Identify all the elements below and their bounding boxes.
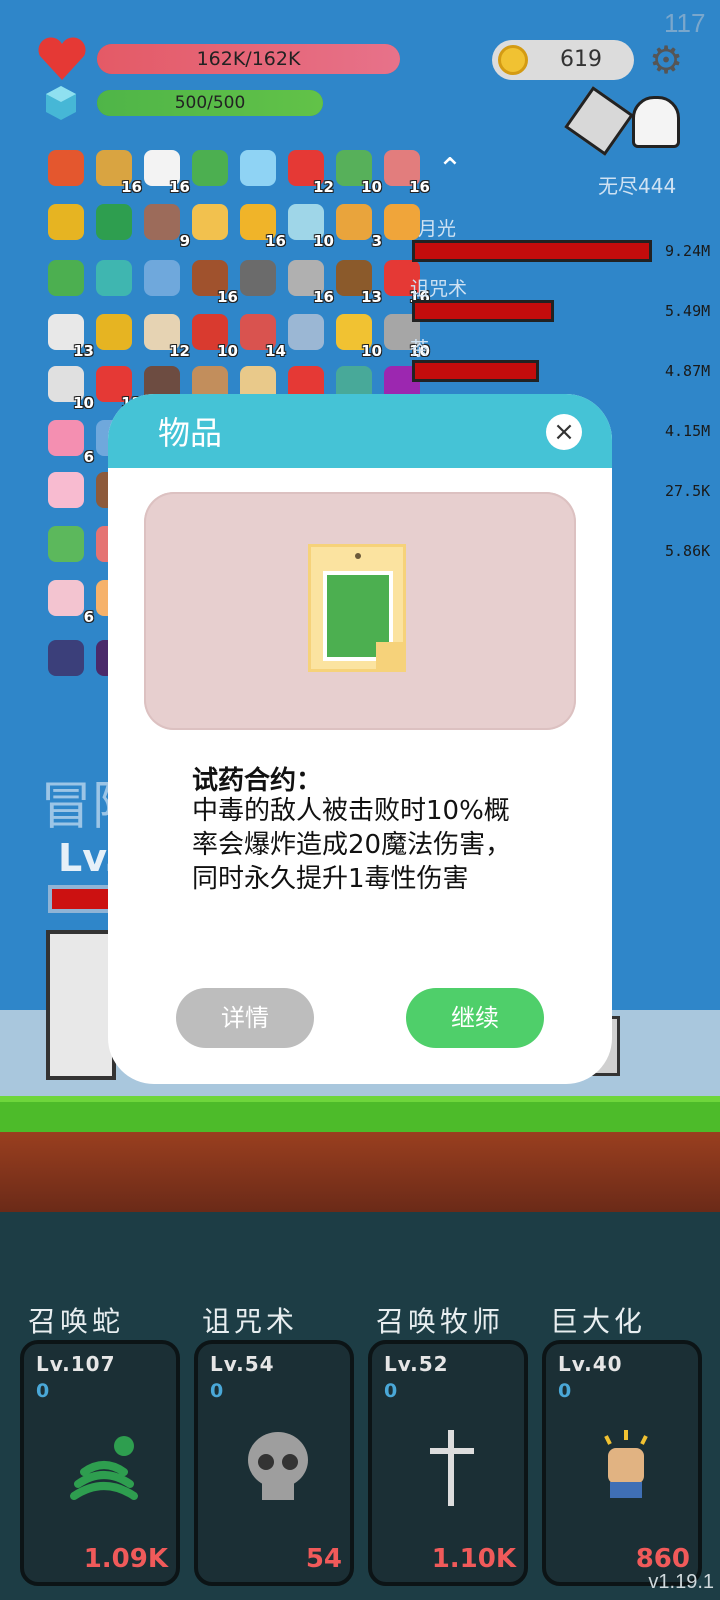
detail-button[interactable]: 详情	[176, 988, 314, 1048]
item-description: 中毒的敌人被击败时10%概率会爆炸造成20魔法伤害，同时永久提升1毒性伤害	[192, 796, 512, 894]
modal-title: 物品	[158, 414, 223, 452]
page-fold-icon	[376, 642, 406, 672]
contract-icon	[308, 544, 406, 672]
item-modal: 物品 × 试药合约： 中毒的敌人被击败时10%概率会爆炸造成20魔法伤害，同时永…	[108, 394, 612, 1084]
pin-icon	[355, 553, 361, 559]
modal-header: 物品 ×	[108, 394, 612, 468]
item-name: 试药合约：	[192, 766, 323, 796]
item-preview	[144, 492, 576, 730]
continue-button[interactable]: 继续	[406, 988, 544, 1048]
close-icon[interactable]: ×	[546, 414, 582, 450]
